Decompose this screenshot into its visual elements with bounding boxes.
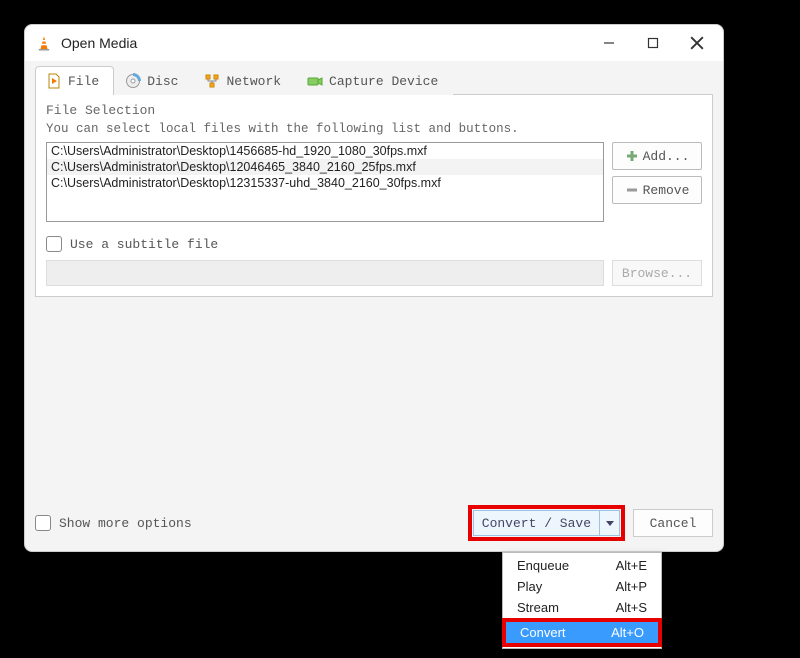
menu-enqueue-label: Enqueue — [517, 558, 569, 573]
minus-icon — [625, 183, 639, 197]
plus-icon — [625, 149, 639, 163]
menu-enqueue-shortcut: Alt+E — [616, 558, 647, 573]
minimize-button[interactable] — [587, 28, 631, 58]
browse-button-label: Browse... — [622, 266, 692, 281]
cancel-button[interactable]: Cancel — [633, 509, 713, 537]
remove-button[interactable]: Remove — [612, 176, 702, 204]
list-item[interactable]: C:\Users\Administrator\Desktop\1456685-h… — [47, 143, 603, 159]
convert-save-highlight: Convert / Save — [468, 505, 625, 541]
tab-capture[interactable]: Capture Device — [296, 66, 453, 95]
menu-stream-label: Stream — [517, 600, 559, 615]
file-list[interactable]: C:\Users\Administrator\Desktop\1456685-h… — [46, 142, 604, 222]
remove-button-label: Remove — [643, 183, 690, 198]
file-selection-desc: You can select local files with the foll… — [46, 122, 702, 136]
add-button[interactable]: Add... — [612, 142, 702, 170]
list-item[interactable]: C:\Users\Administrator\Desktop\12315337-… — [47, 175, 603, 191]
tab-file[interactable]: File — [35, 66, 114, 95]
menu-play-shortcut: Alt+P — [616, 579, 647, 594]
vlc-cone-icon — [35, 34, 53, 52]
network-icon — [204, 73, 220, 89]
file-selection-group: File Selection You can select local file… — [35, 94, 713, 297]
menu-item-convert[interactable]: Convert Alt+O — [506, 622, 658, 643]
menu-item-enqueue[interactable]: Enqueue Alt+E — [503, 555, 661, 576]
menu-item-stream[interactable]: Stream Alt+S — [503, 597, 661, 618]
tab-bar: File Disc Network Capture Device — [35, 65, 713, 95]
capture-icon — [307, 73, 323, 89]
menu-convert-label: Convert — [520, 625, 566, 640]
menu-play-label: Play — [517, 579, 542, 594]
convert-save-label: Convert / Save — [474, 516, 599, 531]
show-more-label: Show more options — [59, 516, 192, 531]
list-item[interactable]: C:\Users\Administrator\Desktop\12046465_… — [47, 159, 603, 175]
tab-file-label: File — [68, 74, 99, 89]
tab-capture-label: Capture Device — [329, 74, 438, 89]
file-icon — [46, 73, 62, 89]
menu-stream-shortcut: Alt+S — [616, 600, 647, 615]
file-selection-label: File Selection — [46, 103, 702, 118]
subtitle-checkbox-label: Use a subtitle file — [70, 237, 218, 252]
open-media-window: Open Media File Disc — [24, 24, 724, 552]
show-more-checkbox[interactable] — [35, 515, 51, 531]
subtitle-path-field — [46, 260, 604, 286]
tab-network-label: Network — [226, 74, 281, 89]
close-button[interactable] — [675, 28, 719, 58]
tab-disc[interactable]: Disc — [114, 66, 193, 95]
add-button-label: Add... — [643, 149, 690, 164]
convert-save-button[interactable]: Convert / Save — [473, 510, 620, 536]
client-area: File Disc Network Capture Device — [25, 61, 723, 307]
maximize-button[interactable] — [631, 28, 675, 58]
convert-save-menu: Enqueue Alt+E Play Alt+P Stream Alt+S Co… — [502, 552, 662, 649]
tab-network[interactable]: Network — [193, 66, 296, 95]
cancel-button-label: Cancel — [650, 516, 697, 531]
menu-item-play[interactable]: Play Alt+P — [503, 576, 661, 597]
menu-convert-shortcut: Alt+O — [611, 625, 644, 640]
tab-disc-label: Disc — [147, 74, 178, 89]
browse-button: Browse... — [612, 260, 702, 286]
title-bar: Open Media — [25, 25, 723, 61]
dropdown-caret-icon[interactable] — [599, 510, 619, 536]
menu-convert-highlight: Convert Alt+O — [502, 618, 662, 647]
window-title: Open Media — [61, 35, 587, 51]
subtitle-checkbox[interactable] — [46, 236, 62, 252]
disc-icon — [125, 73, 141, 89]
bottom-bar: Show more options Convert / Save Cancel — [35, 505, 713, 541]
